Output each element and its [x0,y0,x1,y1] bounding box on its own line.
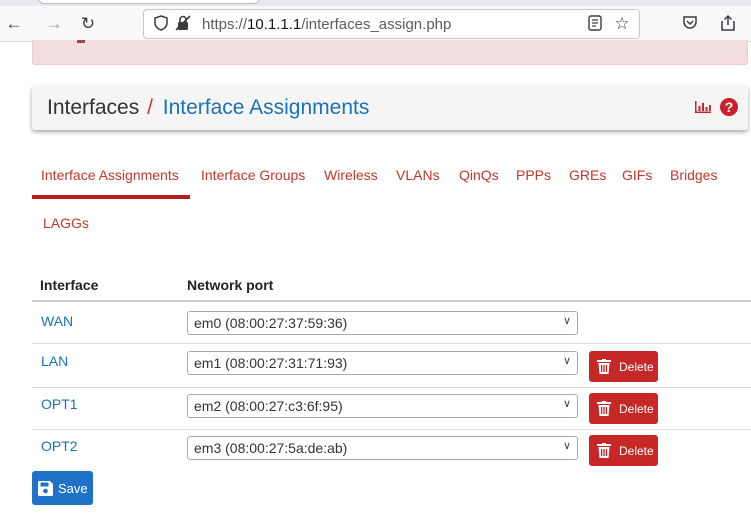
delete-label: Delete [619,360,654,374]
interface-link-wan[interactable]: WAN [41,313,73,329]
chevron-down-icon: ∨ [562,355,571,367]
column-header-network-port: Network port [187,277,274,293]
save-label: Save [58,481,88,496]
row-divider [32,343,751,344]
interface-link-opt1[interactable]: OPT1 [41,396,78,412]
breadcrumb: Interfaces / Interface Assignments [47,96,369,120]
floppy-disk-icon [38,481,53,496]
reload-icon[interactable]: ↻ [78,14,98,34]
delete-button-lan[interactable]: Delete [589,351,658,382]
browser-toolbar: ← → ↻ https://10.1.1.1/interfaces_assign… [0,6,751,42]
select-value: em1 (08:00:27:31:71:93) [194,355,348,371]
select-value: em2 (08:00:27:c3:6f:95) [194,398,343,414]
trash-icon [597,359,611,374]
tab-vlans[interactable]: VLANs [396,167,440,183]
reader-view-icon[interactable] [586,15,604,33]
delete-button-opt2[interactable]: Delete [589,435,658,466]
row-divider [32,429,751,430]
tab-interface-assignments[interactable]: Interface Assignments [41,167,179,183]
delete-label: Delete [619,444,654,458]
forward-arrow-icon[interactable]: → [44,14,64,34]
chevron-down-icon: ∨ [562,440,571,452]
header-divider [32,300,751,302]
tab-bridges[interactable]: Bridges [670,167,717,183]
active-tab-indicator [32,195,190,199]
row-divider [32,387,751,388]
select-value: em3 (08:00:27:5a:de:ab) [194,440,348,456]
tab-gres[interactable]: GREs [569,167,606,183]
chevron-down-icon: ∨ [562,315,571,327]
tab-interface-groups[interactable]: Interface Groups [201,167,305,183]
tab-gifs[interactable]: GIFs [622,167,652,183]
url-text[interactable]: https://10.1.1.1/interfaces_assign.php [202,16,451,33]
network-port-select-wan[interactable]: em0 (08:00:27:37:59:36) ∨ [187,311,578,335]
address-bar[interactable]: https://10.1.1.1/interfaces_assign.php ☆ [143,9,640,39]
back-arrow-icon[interactable]: ← [4,14,24,34]
pocket-icon[interactable] [680,14,700,34]
alert-banner [32,40,748,65]
tab-wireless[interactable]: Wireless [324,167,378,183]
interface-link-opt2[interactable]: OPT2 [41,438,78,454]
breadcrumb-separator: / [147,96,153,119]
shield-icon[interactable] [152,15,170,33]
page-title-panel: Interfaces / Interface Assignments ? [32,86,748,130]
network-port-select-lan[interactable]: em1 (08:00:27:31:71:93) ∨ [187,351,578,375]
network-port-select-opt2[interactable]: em3 (08:00:27:5a:de:ab) ∨ [187,436,578,460]
network-port-select-opt1[interactable]: em2 (08:00:27:c3:6f:95) ∨ [187,394,578,418]
trash-icon [597,401,611,416]
help-icon[interactable]: ? [720,98,738,116]
breadcrumb-section[interactable]: Interfaces [47,96,139,119]
chevron-down-icon: ∨ [562,398,571,410]
chart-icon[interactable] [694,100,712,114]
bookmark-star-icon[interactable]: ☆ [613,15,631,33]
tab-laggs[interactable]: LAGGs [43,215,89,231]
save-button[interactable]: Save [32,471,93,505]
share-icon[interactable] [718,14,738,34]
browser-active-tab[interactable] [38,0,260,4]
tab-qinqs[interactable]: QinQs [459,167,499,183]
tab-ppps[interactable]: PPPs [516,167,551,183]
insecure-lock-icon[interactable] [174,15,192,33]
select-value: em0 (08:00:27:37:59:36) [194,315,348,331]
delete-label: Delete [619,402,654,416]
breadcrumb-page[interactable]: Interface Assignments [163,96,370,119]
interface-link-lan[interactable]: LAN [41,353,68,369]
trash-icon [597,443,611,458]
delete-button-opt1[interactable]: Delete [589,393,658,424]
column-header-interface: Interface [40,277,99,293]
